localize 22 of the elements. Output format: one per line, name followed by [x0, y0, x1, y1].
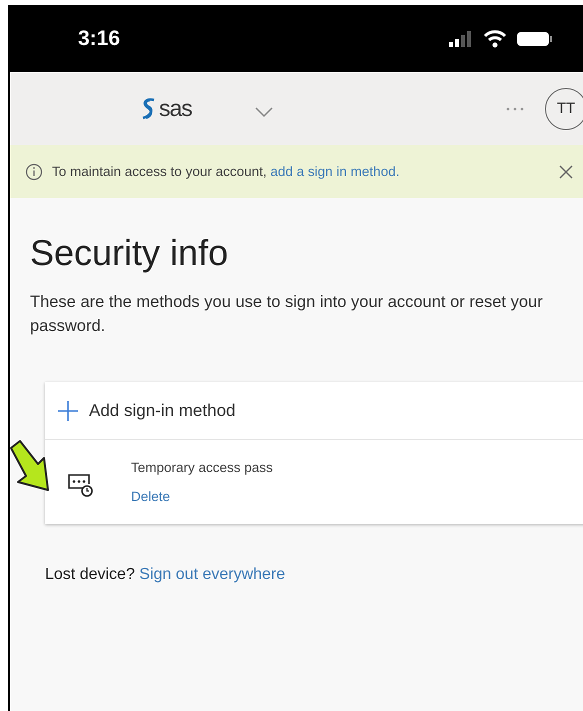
- add-method-link[interactable]: add a sign in method.: [270, 164, 400, 179]
- pass-icon: [67, 472, 93, 498]
- avatar[interactable]: TT: [545, 88, 583, 130]
- logo: sas: [140, 95, 192, 122]
- page-title: Security info: [30, 232, 230, 274]
- more-icon[interactable]: [505, 106, 525, 112]
- notice-text: To maintain access to your account, add a sign in method.: [52, 164, 400, 179]
- sign-out-link[interactable]: Sign out everywhere: [139, 566, 286, 583]
- info-icon: [25, 162, 43, 180]
- pointer-arrow: [10, 438, 52, 494]
- delete-link[interactable]: Delete: [131, 489, 273, 504]
- clock-time: 3:16: [78, 26, 120, 50]
- close-icon[interactable]: [559, 164, 573, 178]
- page-description: These are the methods you use to sign into your account or reset your password.: [30, 292, 544, 337]
- battery-icon: [517, 30, 553, 46]
- signal-icon: [449, 30, 473, 46]
- method-name: Temporary access pass: [131, 460, 273, 475]
- wifi-icon: [483, 30, 507, 48]
- plus-icon: [57, 400, 79, 422]
- lost-device-text: Lost device? Sign out everywhere: [45, 566, 286, 584]
- chevron-down-icon[interactable]: [254, 106, 274, 118]
- add-method-button[interactable]: Add sign-in method: [45, 382, 583, 440]
